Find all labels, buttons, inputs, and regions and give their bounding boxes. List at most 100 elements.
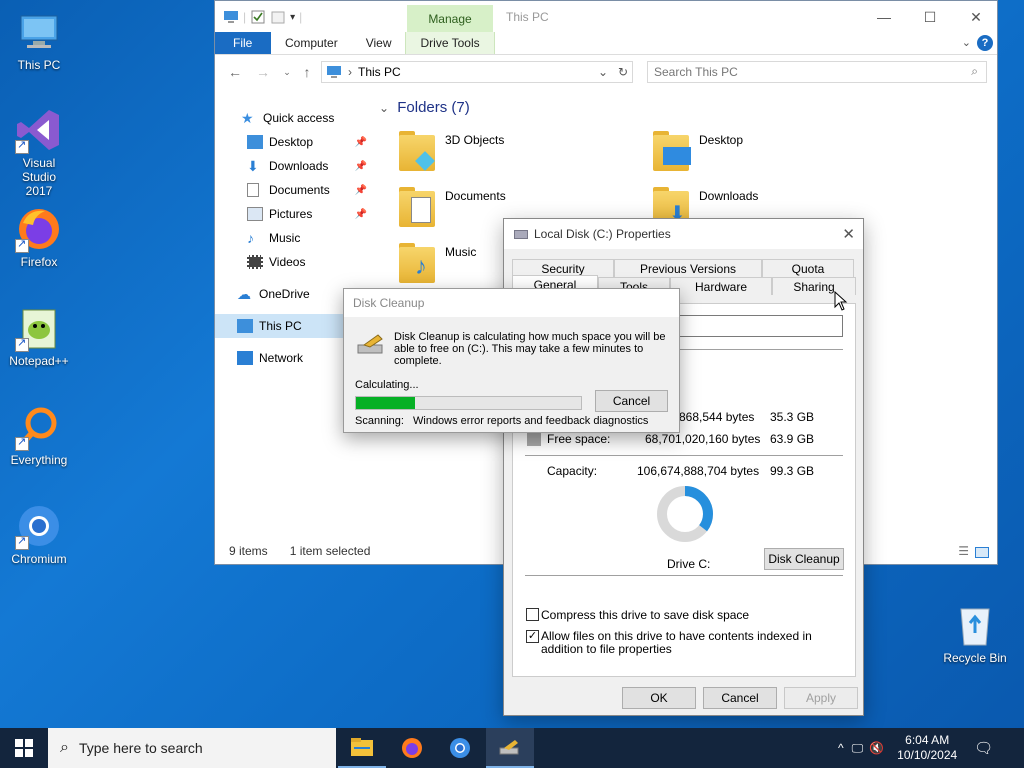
video-icon	[247, 255, 263, 269]
search-input[interactable]: Search This PC ⌕	[647, 61, 987, 83]
notifications-icon[interactable]: 🗨	[974, 739, 993, 757]
tab-computer[interactable]: Computer	[271, 32, 352, 54]
nav-videos[interactable]: Videos	[215, 250, 375, 274]
desktop-icon-notepadpp[interactable]: Notepad++	[1, 304, 77, 368]
help-icon[interactable]: ?	[977, 35, 993, 51]
refresh-icon[interactable]: ↻	[618, 65, 628, 79]
details-view-icon[interactable]: ☰	[958, 544, 969, 558]
visual-studio-icon	[15, 106, 63, 154]
music-icon: ♪	[247, 230, 254, 246]
search-placeholder: Search This PC	[654, 65, 738, 79]
firefox-icon	[15, 205, 63, 253]
taskbar-chromium[interactable]	[436, 728, 484, 768]
window-title: This PC	[506, 10, 549, 24]
folder-item[interactable]: ♪ Music	[399, 241, 476, 285]
desktop-icon-visual-studio[interactable]: Visual Studio 2017	[1, 106, 77, 198]
pin-icon: 📌	[354, 184, 367, 196]
3d-objects-folder-icon	[399, 129, 439, 173]
cancel-button[interactable]: Cancel	[703, 687, 777, 709]
customize-qat-icon[interactable]: ▾	[290, 12, 295, 23]
desktop-icon-firefox[interactable]: Firefox	[1, 205, 77, 269]
taskbar-file-explorer[interactable]	[338, 728, 386, 768]
windows-logo-icon	[15, 739, 33, 757]
nav-label: Quick access	[263, 111, 335, 125]
nav-pictures[interactable]: Pictures 📌	[215, 202, 375, 226]
free-space-bytes: 68,701,020,160 bytes	[645, 432, 761, 446]
disk-cleanup-icon	[357, 334, 383, 354]
chromium-icon	[15, 502, 63, 550]
nav-quick-access[interactable]: ★ Quick access	[215, 106, 375, 130]
scanning-status: Scanning: Windows error reports and feed…	[355, 415, 648, 427]
taskbar-search-box[interactable]: ⌕ Type here to search	[48, 728, 336, 768]
folder-label: Music	[445, 245, 477, 259]
tab-drive-tools[interactable]: Drive Tools	[405, 32, 495, 54]
network-icon[interactable]: 🖵	[852, 741, 864, 756]
address-dropdown-icon[interactable]: ⌄	[598, 65, 608, 79]
tab-hardware[interactable]: Hardware	[670, 277, 772, 295]
disk-cleanup-icon	[499, 740, 519, 755]
nav-documents[interactable]: Documents 📌	[215, 178, 375, 202]
desktop-icon-this-pc[interactable]: This PC	[1, 8, 77, 72]
folder-item[interactable]: Desktop	[653, 129, 743, 173]
start-button[interactable]	[0, 728, 48, 768]
disk-cleanup-button[interactable]: Disk Cleanup	[764, 548, 844, 570]
large-icons-view-icon[interactable]	[975, 547, 989, 558]
compress-checkbox[interactable]	[526, 608, 539, 621]
show-hidden-icons-icon[interactable]: ^	[838, 741, 844, 755]
desktop-icon-label: Recycle Bin	[943, 651, 1007, 665]
scanning-item: Windows error reports and feedback diagn…	[413, 415, 649, 427]
explorer-titlebar: | ▾ | Manage This PC — ☐ ✕	[215, 1, 997, 33]
pin-icon: 📌	[354, 160, 367, 172]
folder-item[interactable]: 3D Objects	[399, 129, 504, 173]
scanning-label: Scanning:	[355, 415, 404, 427]
up-button[interactable]: ↑	[295, 60, 319, 84]
folder-label: 3D Objects	[445, 133, 505, 147]
pc-icon	[224, 11, 238, 23]
compress-label: Compress this drive to save disk space	[541, 608, 750, 622]
tab-manage[interactable]: Manage	[407, 5, 493, 33]
folders-section-header[interactable]: ⌄ Folders (7)	[379, 99, 470, 116]
taskbar-firefox[interactable]	[388, 728, 436, 768]
ok-button[interactable]: OK	[622, 687, 696, 709]
nav-music[interactable]: ♪ Music	[215, 226, 375, 250]
maximize-button[interactable]: ☐	[907, 1, 953, 33]
folder-item[interactable]: Documents	[399, 185, 506, 229]
breadcrumb-separator-icon: ›	[348, 65, 352, 79]
cancel-button[interactable]: Cancel	[595, 390, 668, 412]
breadcrumb[interactable]: This PC	[358, 65, 401, 79]
address-bar[interactable]: › This PC ⌄ ↻	[321, 61, 633, 83]
tab-quota[interactable]: Quota	[762, 259, 854, 277]
clock[interactable]: 6:04 AM 10/10/2024	[896, 733, 958, 763]
desktop-icon-everything[interactable]: Everything	[1, 403, 77, 467]
chevron-down-icon: ⌄	[379, 101, 390, 115]
nav-desktop[interactable]: Desktop 📌	[215, 130, 375, 154]
tab-view[interactable]: View	[352, 32, 406, 54]
shortcut-arrow-icon	[15, 435, 29, 451]
folder-label: Desktop	[699, 133, 744, 147]
taskbar-disk-cleanup[interactable]	[486, 728, 534, 768]
item-count: 9 items	[229, 544, 268, 558]
cleanup-message: Disk Cleanup is calculating how much spa…	[394, 331, 666, 367]
desktop-icon-chromium[interactable]: Chromium	[1, 502, 77, 566]
new-folder-icon[interactable]	[270, 9, 286, 25]
free-space-label: Free space:	[547, 432, 611, 446]
properties-icon[interactable]	[250, 9, 266, 25]
expand-ribbon-icon[interactable]: ⌄	[962, 36, 971, 49]
tab-file[interactable]: File	[215, 32, 271, 54]
nav-downloads[interactable]: ⬇ Downloads 📌	[215, 154, 375, 178]
minimize-button[interactable]: —	[861, 1, 907, 33]
close-icon[interactable]: ✕	[842, 225, 855, 243]
index-checkbox[interactable]: ✓	[526, 630, 539, 643]
picture-icon	[247, 207, 263, 221]
index-label: Allow files on this drive to have conten…	[541, 629, 812, 656]
desktop-icon-label: Chromium	[11, 552, 67, 566]
folder-label: Downloads	[699, 189, 759, 203]
used-space-size: 35.3 GB	[770, 410, 815, 424]
desktop-icon-recycle-bin[interactable]: Recycle Bin	[937, 601, 1013, 665]
tab-previous-versions[interactable]: Previous Versions	[614, 259, 762, 277]
desktop-icon-label: This PC	[17, 58, 61, 72]
volume-muted-icon[interactable]: 🔇	[869, 741, 884, 755]
close-button[interactable]: ✕	[953, 1, 999, 33]
back-button[interactable]: ←	[223, 60, 247, 84]
forward-button[interactable]: →	[251, 60, 275, 84]
